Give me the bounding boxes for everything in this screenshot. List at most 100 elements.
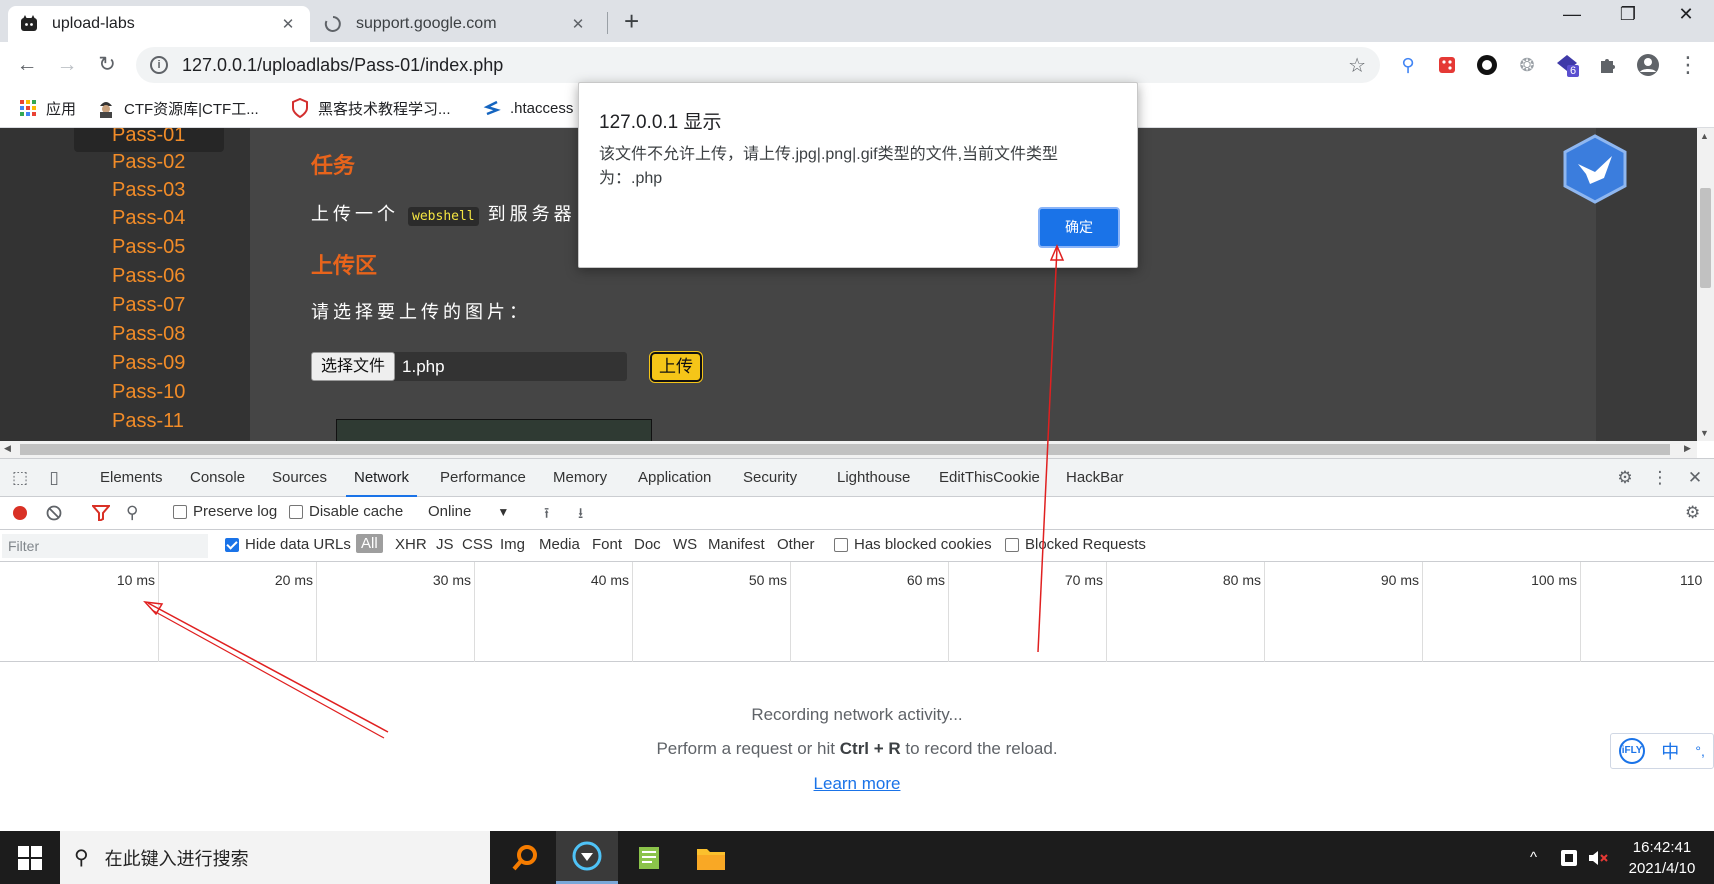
import-har-icon[interactable]: ⭱ [544,503,549,528]
tab-elements[interactable]: Elements [100,459,163,497]
sidebar-item-pass-05[interactable]: Pass-05 [112,236,185,259]
filter-img[interactable]: Img [500,536,525,553]
sidebar-item-pass-10[interactable]: Pass-10 [112,381,185,404]
tab-support-google[interactable]: support.google.com ✕ [312,6,600,42]
disable-cache-checkbox[interactable]: Disable cache [289,503,403,520]
filter-funnel-icon[interactable] [92,505,110,521]
preserve-log-checkbox[interactable]: Preserve log [173,503,277,520]
scroll-down-icon[interactable]: ▼ [1700,428,1709,438]
filter-media[interactable]: Media [539,536,580,553]
scroll-thumb[interactable] [20,444,1670,455]
ok-button[interactable]: 确定 [1038,207,1120,248]
scroll-up-icon[interactable]: ▲ [1700,131,1709,141]
circles-extension-icon[interactable]: ❂ [1515,53,1539,77]
scroll-left-icon[interactable]: ◀ [4,443,11,454]
filter-other[interactable]: Other [777,536,815,553]
ime-punctuation[interactable]: °, [1695,743,1705,759]
ime-language[interactable]: 中 [1661,738,1679,764]
checkbox-box[interactable] [173,504,187,519]
sidebar-item-pass-07[interactable]: Pass-07 [112,294,185,317]
search-icon[interactable]: ⚲ [126,503,138,523]
export-har-icon[interactable]: ⭳ [578,503,583,528]
taskbar-app-notepad[interactable] [618,831,680,884]
speaker-muted-icon[interactable] [1588,831,1608,884]
taskbar-clock[interactable]: 16:42:41 2021/4/10 [1612,837,1712,879]
filter-doc[interactable]: Doc [634,536,661,553]
filter-css[interactable]: CSS [462,536,493,553]
bookmark-htaccess[interactable]: .htaccess [482,96,573,120]
filter-input[interactable]: Filter [2,534,208,558]
sidebar-item-pass-06[interactable]: Pass-06 [112,265,185,288]
tab-sources[interactable]: Sources [272,459,327,497]
tab-close-icon[interactable]: ✕ [568,15,588,33]
scroll-thumb[interactable] [1700,188,1711,288]
profile-avatar-icon[interactable] [1636,53,1660,77]
learn-more-link[interactable]: Learn more [814,774,901,793]
sidebar-item-pass-03[interactable]: Pass-03 [112,179,185,202]
has-blocked-cookies-checkbox[interactable]: Has blocked cookies [834,536,992,553]
sidebar-item-pass-08[interactable]: Pass-08 [112,323,185,346]
bookmark-star-icon[interactable]: ☆ [1348,53,1366,78]
record-icon[interactable] [12,505,28,521]
file-input[interactable]: 选择文件 1.php [311,352,627,381]
site-info-icon[interactable]: i [150,56,168,74]
tray-chevron-icon[interactable]: ^ [1530,831,1537,884]
vertical-scrollbar[interactable]: ▲ ▼ [1697,128,1714,441]
minimize-button[interactable]: — [1550,4,1594,25]
bookmark-apps[interactable]: 应用 [18,96,76,120]
forward-button[interactable]: → [52,50,82,80]
clear-icon[interactable] [46,505,62,521]
badge-extension-icon[interactable]: 6 [1555,53,1580,77]
taskbar-app-search[interactable] [494,831,556,884]
network-settings-gear-icon[interactable]: ⚙ [1685,503,1700,523]
sidebar-item-pass-11[interactable]: Pass-11 [112,410,184,433]
inspect-element-icon[interactable]: ⬚ [10,468,30,488]
close-devtools-icon[interactable]: ✕ [1685,468,1705,488]
url-text[interactable]: 127.0.0.1/uploadlabs/Pass-01/index.php [182,55,1348,76]
restore-button[interactable]: ❐ [1606,4,1650,25]
tray-ime-icon[interactable] [1560,831,1578,884]
tab-application[interactable]: Application [638,459,711,497]
puzzle-extensions-icon[interactable] [1596,53,1620,77]
checkbox-box[interactable] [1005,537,1019,552]
bookmark-ctf[interactable]: CTF资源库|CTF工... [96,96,259,120]
hide-data-urls-checkbox[interactable]: Hide data URLs [225,536,351,553]
reload-button[interactable]: ↻ [92,50,122,80]
tab-close-icon[interactable]: ✕ [278,15,298,33]
sidebar-item-pass-04[interactable]: Pass-04 [112,207,185,230]
tab-editthiscookie[interactable]: EditThisCookie [939,459,1040,497]
bookmark-hacker-tutorial[interactable]: 黑客技术教程学习... [290,96,451,120]
address-bar[interactable]: i 127.0.0.1/uploadlabs/Pass-01/index.php… [136,47,1380,83]
settings-gear-icon[interactable]: ⚙ [1615,468,1635,488]
sidebar-item-pass-02[interactable]: Pass-02 [112,151,185,174]
filter-font[interactable]: Font [592,536,622,553]
blocked-requests-checkbox[interactable]: Blocked Requests [1005,536,1146,553]
taskbar-search[interactable]: ⚲ 在此键入进行搜索 [60,831,490,884]
menu-kebab-icon[interactable]: ⋮ [1676,52,1700,77]
filter-manifest[interactable]: Manifest [708,536,765,553]
tab-upload-labs[interactable]: upload-labs ✕ [8,6,310,42]
location-pin-icon[interactable]: ⚲ [1396,53,1420,77]
filter-js[interactable]: JS [436,536,454,553]
device-toolbar-icon[interactable]: ▯ [44,468,64,488]
devtools-menu-icon[interactable]: ⋮ [1650,468,1670,488]
tab-memory[interactable]: Memory [553,459,607,497]
choose-file-button[interactable]: 选择文件 [311,352,396,381]
upload-button[interactable]: 上传 [649,351,703,383]
scroll-right-icon[interactable]: ▶ [1684,443,1691,454]
tab-network[interactable]: Network [346,459,418,497]
filter-xhr[interactable]: XHR [395,536,427,553]
ring-extension-icon[interactable] [1475,53,1499,77]
tab-security[interactable]: Security [743,459,797,497]
filter-all[interactable]: All [356,534,383,553]
throttling-select[interactable]: Online ▼ [428,503,509,520]
dice-extension-icon[interactable] [1435,53,1459,77]
taskbar-app-explorer[interactable] [680,831,742,884]
windows-start-icon[interactable] [18,846,42,870]
checkbox-box[interactable] [225,537,239,552]
tab-performance[interactable]: Performance [440,459,526,497]
checkbox-box[interactable] [289,504,303,519]
back-button[interactable]: ← [12,50,42,80]
ifly-logo-icon[interactable]: iFLY [1619,738,1646,764]
filter-ws[interactable]: WS [673,536,697,553]
